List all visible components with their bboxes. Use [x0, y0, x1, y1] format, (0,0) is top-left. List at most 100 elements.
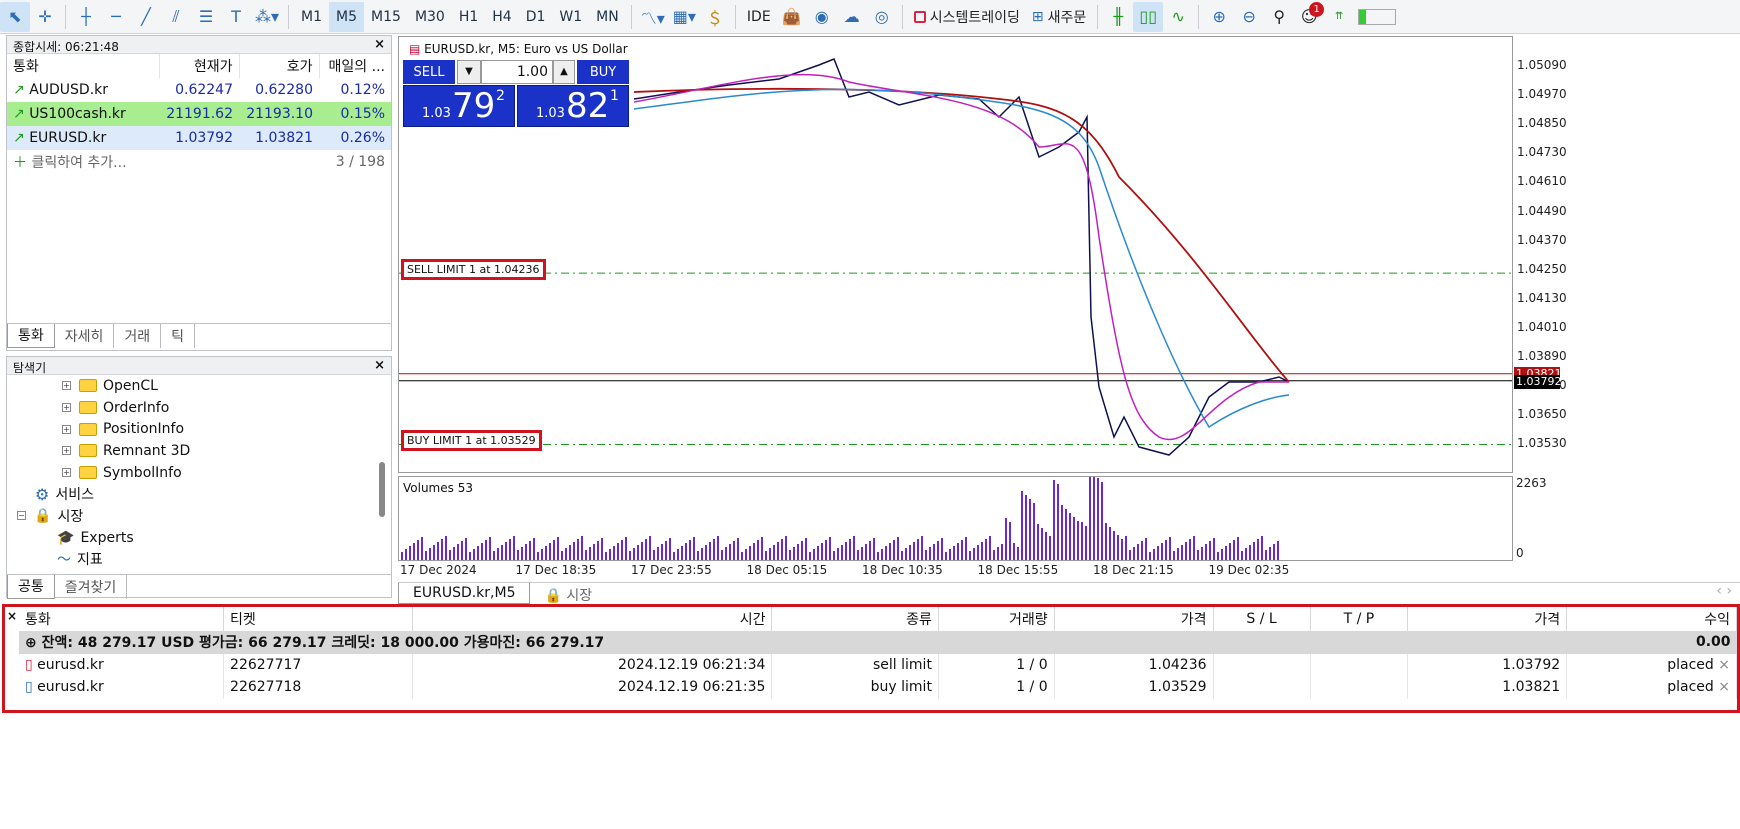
col-ask[interactable]: 호가	[239, 54, 320, 78]
collapse-icon[interactable]: −	[17, 511, 26, 521]
shapes-icon[interactable]: ⁂▾	[251, 2, 283, 32]
tree-item[interactable]: 〜 지표	[7, 549, 377, 571]
col-header[interactable]: 시간	[412, 607, 773, 631]
col-header[interactable]: 가격	[1054, 607, 1214, 631]
expand-icon[interactable]: +	[62, 424, 71, 434]
tab-scroll-icon[interactable]: ‹ ›	[1716, 583, 1740, 604]
new-order-button[interactable]: ⊞ 새주문	[1026, 7, 1092, 27]
tree-item[interactable]: + OpenCL	[7, 375, 377, 397]
close-order-icon[interactable]: ×	[1718, 657, 1730, 673]
volume-up-icon[interactable]: ▲	[553, 60, 575, 84]
timeframe-d1[interactable]: D1	[519, 2, 553, 32]
ide-button[interactable]: IDE	[741, 9, 777, 25]
expand-icon[interactable]: +	[62, 381, 71, 391]
volume-down-icon[interactable]: ▼	[457, 60, 481, 84]
buy-button[interactable]: BUY	[577, 60, 629, 84]
close-icon[interactable]: ×	[7, 609, 17, 623]
vertical-line-icon[interactable]: ┼	[71, 2, 101, 32]
tree-item[interactable]: + OrderInfo	[7, 397, 377, 419]
channel-icon[interactable]: ⫽	[161, 2, 191, 32]
volume-input[interactable]: 1.00	[481, 60, 553, 84]
tree-item[interactable]: + Remnant 3D	[7, 440, 377, 462]
sell-limit-label[interactable]: SELL LIMIT 1 at 1.04236	[401, 259, 546, 280]
tab-0[interactable]: 통화	[7, 323, 55, 348]
col-header[interactable]: 거래량	[938, 607, 1055, 631]
account-icon[interactable]: ☺ 1	[1294, 1, 1325, 32]
col-symbol[interactable]: 통화	[7, 54, 160, 78]
text-icon[interactable]: T	[221, 2, 251, 32]
close-icon[interactable]: ×	[374, 358, 385, 373]
crosshair-icon[interactable]: ✛	[30, 2, 60, 32]
col-header[interactable]: 가격	[1407, 607, 1568, 631]
line-chart-icon[interactable]: ∿	[1163, 2, 1193, 32]
volume-bar	[585, 550, 587, 560]
template-icon[interactable]: ▦▾	[669, 2, 700, 32]
trendline-icon[interactable]: ╱	[131, 2, 161, 32]
tab-0[interactable]: 공통	[7, 574, 55, 599]
volume-bar	[885, 546, 887, 560]
level-icon[interactable]: ⇈	[1324, 2, 1354, 32]
timeframe-m5[interactable]: M5	[329, 1, 365, 32]
horizontal-line-icon[interactable]: ─	[101, 2, 131, 32]
market-bag-icon[interactable]: 👜	[777, 2, 807, 32]
vps-icon[interactable]: ◎	[867, 2, 897, 32]
search-icon[interactable]: ⚲	[1264, 2, 1294, 32]
algo-trading-button[interactable]: 시스템트레이딩	[908, 7, 1026, 27]
sell-button[interactable]: SELL	[403, 60, 455, 84]
timeframe-mn[interactable]: MN	[589, 2, 626, 32]
col-header[interactable]: 종류	[771, 607, 939, 631]
expand-icon[interactable]: +	[62, 403, 71, 413]
timeframe-w1[interactable]: W1	[552, 2, 589, 32]
signal-icon[interactable]: ◉	[807, 2, 837, 32]
tree-item[interactable]: − 🔒 시장	[7, 505, 377, 527]
col-header[interactable]: S / L	[1213, 607, 1311, 631]
col-header[interactable]: T / P	[1310, 607, 1409, 631]
chart-tab-eurusd[interactable]: EURUSD.kr,M5	[398, 583, 531, 604]
candles-icon[interactable]: ▯▯	[1133, 1, 1164, 32]
buy-price-box[interactable]: 1.03 82 1	[517, 85, 629, 127]
add-symbol-row[interactable]: ＋ 클릭하여 추가... 3 / 198	[7, 150, 391, 174]
tree-item[interactable]: 🎓 Experts	[7, 527, 377, 549]
timeframe-m1[interactable]: M1	[294, 2, 329, 32]
zoom-in-icon[interactable]: ⊕	[1204, 2, 1234, 32]
dollar-icon[interactable]: ＄	[700, 2, 730, 32]
zoom-out-icon[interactable]: ⊖	[1234, 2, 1264, 32]
tab-3[interactable]: 틱	[161, 323, 196, 348]
expand-icon[interactable]: +	[62, 468, 71, 478]
col-bid[interactable]: 현재가	[159, 54, 240, 78]
tree-item[interactable]: ⚙ 서비스	[7, 483, 377, 505]
timeframe-h4[interactable]: H4	[485, 2, 518, 32]
col-header[interactable]: 티켓	[223, 607, 413, 631]
sell-price-small: 1.03	[422, 106, 451, 121]
order-row[interactable]: ▯ eurusd.kr 22627718 2024.12.19 06:21:35 bu…	[19, 676, 1737, 699]
timeframe-m15[interactable]: M15	[364, 2, 408, 32]
close-order-icon[interactable]: ×	[1718, 679, 1730, 695]
market-watch-row[interactable]: ↗ AUDUSD.kr 0.62247 0.62280 0.12%	[7, 78, 391, 102]
expand-icon[interactable]: +	[62, 446, 71, 456]
sell-price-box[interactable]: 1.03 79 2	[403, 85, 515, 127]
market-watch-row[interactable]: ↗ US100cash.kr 21191.62 21193.10 0.15%	[7, 102, 391, 126]
timeframe-m30[interactable]: M30	[408, 2, 452, 32]
order-row[interactable]: ▯ eurusd.kr 22627717 2024.12.19 06:21:34 se…	[19, 653, 1737, 676]
tree-item[interactable]: + SymbolInfo	[7, 462, 377, 484]
market-watch-row[interactable]: ↗ EURUSD.kr 1.03792 1.03821 0.26%	[7, 126, 391, 150]
col-change[interactable]: 매일의 ...	[319, 54, 391, 78]
tab-1[interactable]: 자세히	[55, 323, 115, 348]
volume-window[interactable]: Volumes 53	[398, 476, 1513, 561]
col-header[interactable]: 통화	[19, 607, 225, 631]
chart-tab-market[interactable]: 🔒 시장	[530, 583, 606, 604]
tab-1[interactable]: 즐겨찾기	[55, 574, 128, 599]
bar-chart-icon[interactable]: ╫	[1103, 2, 1133, 32]
chart-type-icon[interactable]: 〽▾	[637, 2, 669, 32]
fibonacci-icon[interactable]: ☰	[191, 2, 221, 32]
chart-window[interactable]: ▤ EURUSD.kr, M5: Euro vs US Dollar SELL …	[398, 36, 1513, 473]
col-header[interactable]: 수익	[1566, 607, 1737, 631]
tab-2[interactable]: 거래	[114, 323, 162, 348]
timeframe-h1[interactable]: H1	[452, 2, 485, 32]
close-icon[interactable]: ×	[374, 37, 385, 52]
cloud-icon[interactable]: ☁	[837, 2, 867, 32]
buy-limit-label[interactable]: BUY LIMIT 1 at 1.03529	[401, 430, 542, 451]
tree-item[interactable]: + PositionInfo	[7, 418, 377, 440]
cursor-icon[interactable]: ⬉	[0, 1, 30, 32]
navigator-scrollbar[interactable]	[379, 462, 385, 517]
